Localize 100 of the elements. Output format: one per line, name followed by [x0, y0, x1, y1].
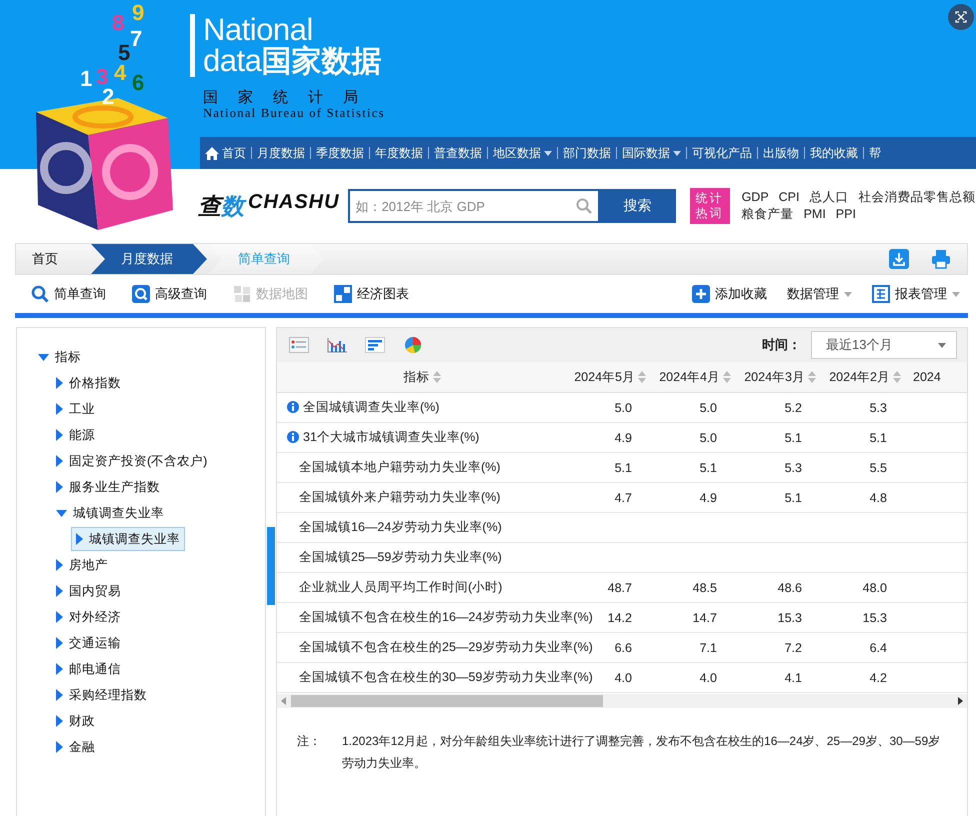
value-cell: 5.2	[784, 400, 802, 414]
sort-icon[interactable]	[638, 371, 646, 383]
tree-item[interactable]: 服务业生产指数	[51, 475, 165, 499]
hot-word-link[interactable]: PMI	[804, 206, 826, 223]
scroll-handle[interactable]	[267, 527, 275, 605]
hot-word-link[interactable]: 总人口	[810, 189, 848, 206]
nav-link[interactable]: 可视化产品	[687, 144, 757, 162]
tool-link[interactable]: 经济图表	[334, 285, 409, 303]
value-cell: 5.1	[700, 460, 717, 474]
tree-item[interactable]: 邮电通信	[51, 657, 126, 681]
nav-link[interactable]: 我的收藏	[805, 144, 863, 162]
value-cell: 15.3	[862, 610, 887, 624]
tool-link[interactable]: 数据管理	[787, 285, 852, 303]
search-field[interactable]: 如：2012年 北京 GDP	[348, 189, 600, 223]
nav-link[interactable]: 地区数据	[488, 144, 557, 162]
scrollbar[interactable]	[277, 694, 967, 708]
value-cell: 5.0	[700, 400, 717, 414]
value-cell: 14.7	[692, 610, 717, 624]
table-icon	[872, 285, 890, 303]
tool-link[interactable]: 简单查询	[31, 285, 106, 303]
value-cell: 15.3	[778, 610, 802, 624]
puzzle-icon	[233, 285, 251, 303]
value-cell: 48.5	[692, 580, 717, 594]
search-button[interactable]: 搜索	[600, 189, 676, 223]
bureau-name: 国家统计局 National Bureau of Statistics	[203, 88, 385, 120]
tree-item[interactable]: 固定资产投资(不含农户)	[51, 449, 212, 473]
value-cell: 7.1	[700, 640, 717, 654]
bars-icon[interactable]	[365, 337, 385, 353]
search-icon	[132, 285, 150, 303]
nav-link[interactable]: 普查数据	[429, 144, 487, 162]
hot-word-link[interactable]: 社会消费品零售总额	[858, 189, 976, 206]
tree-item[interactable]: 财政	[51, 709, 100, 733]
tree-item[interactable]: 房地产	[51, 553, 113, 577]
tree-item[interactable]: 国内贸易	[51, 579, 126, 603]
print-icon[interactable]	[931, 249, 951, 269]
nav-link[interactable]: 国际数据	[617, 144, 686, 162]
sort-icon[interactable]	[808, 371, 816, 383]
tree-item[interactable]: 指标	[33, 345, 86, 369]
value-cell: 4.7	[614, 490, 632, 504]
logo-digit: 9	[132, 0, 144, 25]
nav-link[interactable]: 年度数据	[370, 144, 428, 162]
search-icon	[31, 285, 49, 303]
breadcrumb-link[interactable]: 月度数据	[91, 244, 207, 274]
nav-link[interactable]: 出版物	[758, 144, 804, 162]
download-icon[interactable]	[889, 249, 909, 269]
value-cell: 4.8	[870, 490, 887, 504]
hot-word-link[interactable]: CPI	[778, 189, 800, 206]
info-icon[interactable]	[287, 431, 299, 444]
home-icon	[205, 146, 219, 160]
tree-item[interactable]: 采购经理指数	[51, 683, 152, 707]
value-cell: 5.3	[870, 400, 887, 414]
tree-item[interactable]: 工业	[51, 397, 100, 421]
value-cell: 4.9	[614, 430, 632, 444]
tree-item[interactable]: 城镇调查失业率	[51, 501, 169, 525]
value-cell: 5.1	[784, 490, 802, 504]
hot-word-link[interactable]: 粮食产量	[742, 206, 794, 223]
value-cell: 5.5	[870, 460, 887, 474]
nav-link[interactable]: 季度数据	[311, 144, 369, 162]
bar-chart-icon[interactable]	[327, 337, 347, 353]
hot-words-badge: 统计热词	[690, 188, 730, 224]
value-cell: 5.1	[870, 430, 887, 444]
expand-icon[interactable]	[948, 4, 974, 30]
note-label: 注：	[297, 733, 322, 750]
value-cell: 5.3	[784, 460, 802, 474]
list-icon[interactable]	[289, 337, 309, 353]
plus-icon	[692, 285, 710, 303]
breadcrumb-link[interactable]: 首页	[16, 244, 90, 274]
tool-link[interactable]: 高级查询	[132, 285, 207, 303]
value-cell: 5.0	[700, 430, 717, 444]
tree-item[interactable]: 对外经济	[51, 605, 126, 629]
logo-digit: 3	[96, 64, 108, 89]
value-cell: 7.2	[784, 640, 802, 654]
tree-item[interactable]: 价格指数	[51, 371, 126, 395]
value-cell: 5.1	[614, 460, 632, 474]
nav-link[interactable]: 月度数据	[252, 144, 310, 162]
sort-icon[interactable]	[893, 371, 901, 383]
tree-item[interactable]: 交通运输	[51, 631, 126, 655]
sort-icon[interactable]	[723, 371, 731, 383]
nav-link[interactable]: 首页	[200, 144, 251, 162]
nav-link[interactable]: 帮	[864, 144, 886, 162]
value-cell: 14.2	[608, 610, 632, 624]
tree-item[interactable]: 城镇调查失业率	[71, 527, 185, 551]
nav-link[interactable]: 部门数据	[558, 144, 616, 162]
tool-link[interactable]: 报表管理	[872, 285, 960, 303]
tree-item[interactable]: 金融	[51, 735, 100, 759]
hot-word-link[interactable]: GDP	[742, 189, 769, 206]
site-title: National data国家数据	[190, 14, 443, 77]
sort-icon[interactable]	[432, 371, 440, 383]
hot-word-link[interactable]: PPI	[836, 206, 856, 223]
pie-chart-icon[interactable]	[403, 337, 423, 353]
column-header[interactable]: 指标	[404, 368, 430, 386]
indicator-name: 全国城镇不包含在校生的16—24岁劳动力失业率(%)	[299, 609, 593, 626]
tool-link[interactable]: 添加收藏	[692, 285, 767, 303]
time-select[interactable]: 最近13个月	[811, 331, 957, 359]
tree-item[interactable]: 能源	[51, 423, 100, 447]
value-cell: 4.9	[700, 490, 717, 504]
info-icon[interactable]	[287, 401, 299, 414]
value-cell: 48.0	[862, 580, 887, 594]
indicator-name: 全国城镇不包含在校生的25—29岁劳动力失业率(%)	[299, 639, 593, 656]
value-cell: 4.0	[700, 670, 717, 684]
